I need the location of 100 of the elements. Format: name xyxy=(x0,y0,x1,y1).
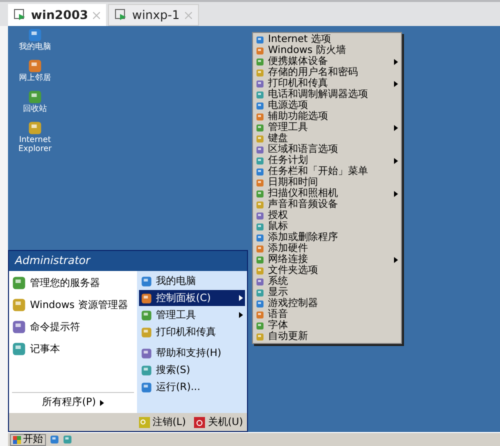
applet-icon xyxy=(256,36,264,44)
start-menu-item[interactable]: 打印机和传真 xyxy=(139,324,245,340)
applet-icon xyxy=(256,222,264,230)
applet-icon xyxy=(256,322,264,330)
menu-item[interactable]: 电源选项 xyxy=(268,100,308,111)
menu-item[interactable]: 系统 xyxy=(268,276,288,287)
applet-icon xyxy=(256,90,264,98)
start-menu-item[interactable]: 帮助和支持(H) xyxy=(139,345,245,361)
menu-item[interactable]: 管理工具 xyxy=(268,122,308,133)
applet-icon xyxy=(256,112,264,120)
applet-icon xyxy=(256,300,264,308)
applet-icon xyxy=(256,266,264,274)
start-menu-item[interactable]: 管理工具 xyxy=(139,307,245,323)
menu-item[interactable]: 便携媒体设备 xyxy=(268,56,328,67)
desktop-icon-label[interactable]: 回收站 xyxy=(23,104,47,113)
applet-icon xyxy=(256,234,264,242)
applet-icon xyxy=(141,276,152,286)
submenu-arrow-icon xyxy=(394,158,398,164)
log-off-button[interactable]: 注销(L) xyxy=(152,414,186,430)
applet-icon xyxy=(256,168,264,176)
menu-item[interactable]: 授权 xyxy=(268,210,288,221)
start-menu-item[interactable]: Windows 资源管理器 xyxy=(30,298,128,312)
applet-icon xyxy=(12,276,26,290)
applet-icon xyxy=(256,332,264,340)
user-name: Administrator xyxy=(15,252,90,269)
start-menu-item[interactable]: 记事本 xyxy=(30,342,60,356)
menu-item[interactable]: 打印机和传真 xyxy=(268,78,328,89)
applet-icon xyxy=(28,90,42,104)
applet-icon xyxy=(256,134,264,142)
menu-item[interactable]: 辅助功能选项 xyxy=(268,111,328,122)
applet-icon xyxy=(256,244,264,252)
applet-icon xyxy=(28,121,42,135)
applet-icon xyxy=(256,124,264,132)
start-menu-item[interactable]: 搜索(S) xyxy=(139,362,245,378)
desktop-icon-label[interactable]: 网上邻居 xyxy=(19,73,51,82)
menu-item[interactable]: Windows 防火墙 xyxy=(268,45,346,56)
menu-item[interactable]: 任务栏和「开始」菜单 xyxy=(268,166,368,177)
applet-icon xyxy=(256,102,264,110)
submenu-arrow-icon xyxy=(394,58,398,64)
menu-item[interactable]: 鼠标 xyxy=(268,221,288,232)
key-icon xyxy=(138,416,150,428)
windows-logo-icon xyxy=(13,436,21,444)
submenu-arrow-icon xyxy=(394,190,398,196)
start-menu-item[interactable]: 控制面板(C) xyxy=(139,290,245,306)
menu-item[interactable]: 网络连接 xyxy=(268,254,308,265)
start-menu-item[interactable]: 运行(R)... xyxy=(139,379,245,395)
menu-item[interactable]: 语音 xyxy=(268,309,288,320)
applet-icon xyxy=(256,212,264,220)
vm-tab[interactable]: winxp-1 xyxy=(108,4,199,26)
desktop-icon-label[interactable]: Internet Explorer xyxy=(10,135,60,153)
menu-item[interactable]: 声音和音频设备 xyxy=(268,199,338,210)
all-programs-item[interactable]: 所有程序(P) xyxy=(42,395,96,410)
menu-item[interactable]: 添加或删除程序 xyxy=(268,232,338,243)
applet-icon xyxy=(28,28,42,42)
menu-item[interactable]: 字体 xyxy=(268,320,288,331)
menu-item[interactable]: 添加硬件 xyxy=(268,243,308,254)
applet-icon xyxy=(141,382,152,392)
applet-icon xyxy=(12,320,26,334)
submenu-arrow-icon xyxy=(394,256,398,262)
close-icon[interactable] xyxy=(93,12,100,18)
submenu-arrow-icon xyxy=(394,124,398,130)
menu-item[interactable]: 游戏控制器 xyxy=(268,298,318,309)
start-button[interactable]: 开始 xyxy=(10,434,46,446)
menu-item[interactable]: 扫描仪和照相机 xyxy=(268,188,338,199)
vm-icon xyxy=(115,9,128,21)
applet-icon xyxy=(256,58,264,66)
applet-icon xyxy=(141,348,152,358)
menu-item[interactable]: 区域和语言选项 xyxy=(268,144,338,155)
menu-item[interactable]: 键盘 xyxy=(268,133,288,144)
menu-item[interactable]: 文件夹选项 xyxy=(268,265,318,276)
menu-item[interactable]: 显示 xyxy=(268,287,288,298)
applet-icon xyxy=(141,326,152,338)
submenu-arrow-icon xyxy=(100,400,104,406)
applet-icon xyxy=(141,364,152,376)
start-menu-item[interactable]: 命令提示符 xyxy=(30,320,80,334)
applet-icon xyxy=(141,310,152,320)
close-icon[interactable] xyxy=(184,12,192,18)
submenu-arrow-icon xyxy=(394,80,398,86)
applet-icon xyxy=(256,190,264,198)
applet-icon xyxy=(256,156,264,164)
applet-icon xyxy=(256,200,264,208)
start-menu-item[interactable]: 我的电脑 xyxy=(139,273,245,289)
desktop-icon-label[interactable]: 我的电脑 xyxy=(19,42,51,51)
applet-icon xyxy=(12,342,26,356)
start-menu-item[interactable]: 管理您的服务器 xyxy=(30,276,100,290)
menu-item[interactable]: 存储的用户名和密码 xyxy=(268,67,358,78)
menu-item[interactable]: Internet 选项 xyxy=(268,34,331,45)
menu-item[interactable]: 电话和调制解调器选项 xyxy=(268,89,368,100)
menu-item[interactable]: 自动更新 xyxy=(268,331,308,342)
power-icon xyxy=(194,416,205,428)
shut-down-button[interactable]: 关机(U) xyxy=(208,414,243,430)
vm-tab[interactable]: win2003 xyxy=(8,4,106,26)
applet-icon xyxy=(256,278,264,286)
applet-icon xyxy=(12,298,26,312)
applet-icon xyxy=(256,178,264,186)
submenu-arrow-icon xyxy=(239,295,243,301)
menu-item[interactable]: 日期和时间 xyxy=(268,177,318,188)
applet-icon xyxy=(256,288,264,296)
applet-icon xyxy=(256,80,264,88)
menu-item[interactable]: 任务计划 xyxy=(268,155,308,166)
